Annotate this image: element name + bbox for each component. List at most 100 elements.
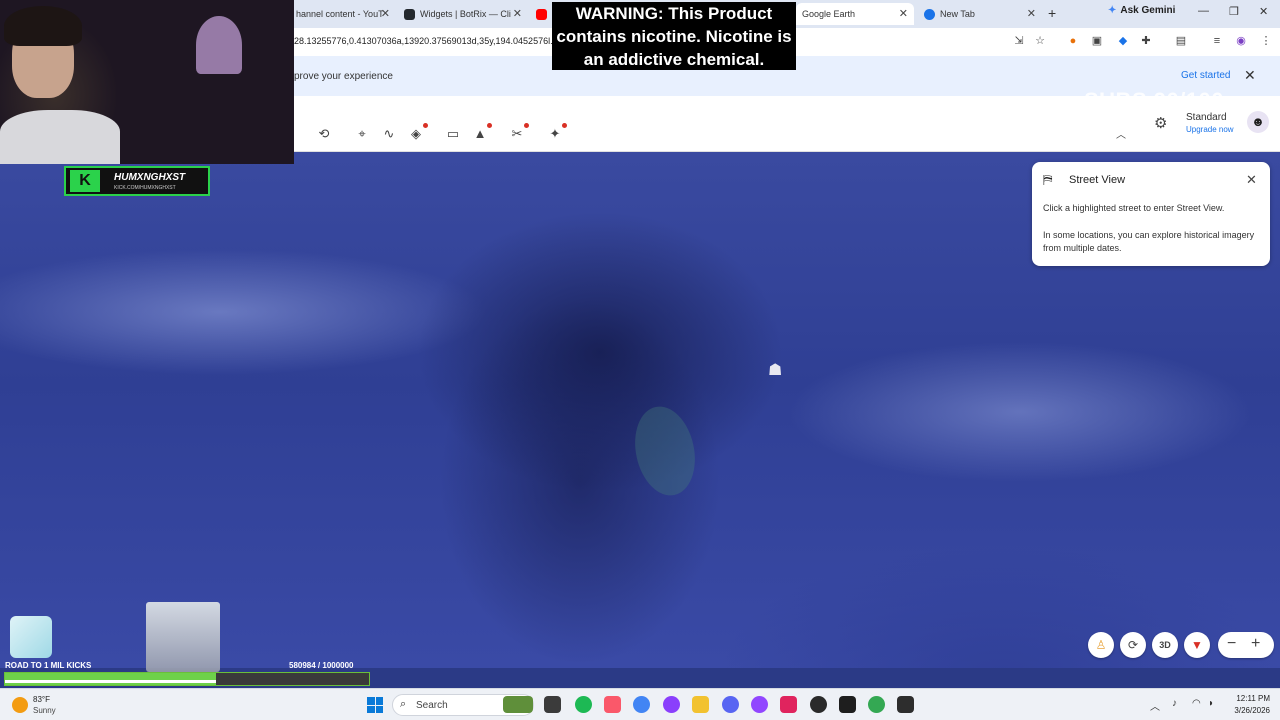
extension-icon[interactable]: ● <box>1066 34 1080 48</box>
close-icon[interactable]: ✕ <box>899 7 908 20</box>
tab-new-tab[interactable]: New Tab ✕ <box>918 3 1042 25</box>
zoom-in-icon[interactable]: + <box>1251 635 1260 653</box>
channel-name: HUMXNGHXST <box>114 172 186 183</box>
path-icon[interactable]: ∿ <box>380 125 398 143</box>
upgrade-link[interactable]: Upgrade now <box>1186 125 1234 134</box>
street-view-history-hint: In some locations, you can explore histo… <box>1043 230 1255 253</box>
menu-icon[interactable]: ⋮ <box>1259 34 1273 48</box>
clock-date[interactable]: 3/26/2026 <box>1222 706 1270 715</box>
close-icon[interactable]: ✕ <box>381 7 390 20</box>
weather-icon[interactable] <box>12 697 28 713</box>
app-icon[interactable] <box>751 696 768 713</box>
close-icon[interactable]: ✕ <box>1244 67 1256 84</box>
street-view-title: Street View <box>1069 174 1126 186</box>
terminal-icon[interactable] <box>839 696 856 713</box>
github-icon <box>404 8 415 20</box>
microphone-icon[interactable]: ♪ <box>1172 698 1177 709</box>
volume-icon[interactable]: ◗ <box>1208 698 1214 709</box>
street-view-icon: ⛿ <box>1043 172 1053 187</box>
close-icon[interactable]: ✕ <box>513 7 522 20</box>
webcam-person <box>0 110 120 164</box>
app-icon[interactable] <box>780 696 797 713</box>
side-panel-icon[interactable]: ▤ <box>1174 34 1188 48</box>
tools-icon[interactable]: ✂ <box>508 123 529 143</box>
new-tab-button[interactable]: + <box>1048 5 1056 21</box>
file-explorer-icon[interactable] <box>692 696 709 713</box>
close-icon[interactable]: ✕ <box>1027 7 1036 20</box>
gemini-icon: ✦ <box>1108 5 1117 16</box>
tab-search-icon[interactable]: ≡ <box>1210 34 1224 48</box>
pegman-icon[interactable]: ♙ <box>1088 632 1114 658</box>
tab-label: New Tab <box>940 9 975 19</box>
tab-youtube[interactable]: hannel content - YouT ✕ <box>290 3 396 25</box>
bookmark-star-icon[interactable]: ☆ <box>1033 34 1047 48</box>
kick-logo-icon: K <box>70 170 100 192</box>
tab-botrix[interactable]: Widgets | BotRix — Cli ✕ <box>398 3 528 25</box>
gear-icon[interactable]: ⚙ <box>1154 114 1167 132</box>
search-icon: ⌕ <box>400 698 407 710</box>
chevron-up-icon[interactable]: ︿ <box>1150 698 1160 713</box>
extension-icon[interactable]: ◆ <box>1116 34 1130 48</box>
zoom-control: − + <box>1218 632 1274 658</box>
task-view-icon[interactable] <box>544 696 561 713</box>
ghost-cursor-icon: ☗ <box>768 362 783 379</box>
kicks-progress-fill <box>5 673 216 685</box>
get-started-button[interactable]: Get started <box>1181 70 1230 81</box>
wifi-icon[interactable]: ◠ <box>1192 698 1201 709</box>
chrome-icon[interactable] <box>633 696 650 713</box>
chevron-up-icon[interactable]: ︿ <box>1116 126 1126 141</box>
close-icon[interactable]: ✕ <box>1246 172 1257 188</box>
channel-logo: K HUMXNGHXST KICK.COM/HUMXNGHXST <box>64 166 210 196</box>
ghost-decoration <box>196 16 242 74</box>
photos-icon[interactable]: ▲ <box>471 123 492 143</box>
close-window-icon[interactable]: ✕ <box>1259 5 1268 18</box>
zoom-out-icon[interactable]: − <box>1227 635 1236 653</box>
kicks-goal-count: 580984 / 1000000 <box>289 661 354 670</box>
rotate-icon[interactable]: ⟳ <box>1120 632 1146 658</box>
banner-text: prove your experience <box>294 71 393 82</box>
clock-time[interactable]: 12:11 PM <box>1228 694 1270 703</box>
search-highlight-icon <box>503 696 533 713</box>
cup-overlay <box>146 602 220 672</box>
tab-youtube-pinned[interactable] <box>530 3 552 25</box>
music-icon[interactable] <box>604 696 621 713</box>
kicks-thumbnail <box>10 616 52 658</box>
start-button[interactable] <box>367 697 383 713</box>
channel-url: KICK.COM/HUMXNGHXST <box>114 185 176 191</box>
kicks-progress-bar <box>4 672 370 686</box>
extension-icon[interactable]: ▣ <box>1090 34 1104 48</box>
sparkle-icon[interactable]: ✦ <box>546 123 567 143</box>
chrome-icon[interactable] <box>868 696 885 713</box>
app-icon[interactable] <box>897 696 914 713</box>
weather-condition: Sunny <box>33 706 56 715</box>
discord-icon[interactable] <box>722 696 739 713</box>
ruler-icon[interactable]: ▭ <box>444 125 462 143</box>
map-feature <box>627 400 703 502</box>
extensions-puzzle-icon[interactable]: ✚ <box>1139 34 1153 48</box>
tab-label: Widgets | BotRix — Cli <box>420 9 511 19</box>
tab-label: hannel content - YouT <box>296 9 384 19</box>
3d-toggle-button[interactable]: 3D <box>1152 632 1178 658</box>
install-icon[interactable]: ⇲ <box>1012 34 1026 48</box>
tab-google-earth[interactable]: Google Earth ✕ <box>796 3 914 25</box>
layers-icon[interactable]: ◈ <box>407 123 428 143</box>
weather-temp: 83°F <box>33 695 50 704</box>
kicks-goal-label: ROAD TO 1 MIL KICKS <box>5 661 92 670</box>
placemark-icon[interactable]: ⌖ <box>353 125 371 143</box>
obs-icon[interactable] <box>810 696 827 713</box>
ask-gemini-button[interactable]: ✦ Ask Gemini <box>1108 5 1175 16</box>
app-icon[interactable] <box>663 696 680 713</box>
taskbar: 83°F Sunny ⌕ Search ︿ ♪ ◠ ◗ 12:11 PM 3/2… <box>0 688 1280 720</box>
chrome-icon <box>924 8 935 20</box>
minimize-icon[interactable]: — <box>1198 5 1209 17</box>
subs-goal: SUBS 90/100 <box>1084 88 1225 113</box>
profile-icon[interactable]: ◉ <box>1234 34 1248 48</box>
spotify-icon[interactable] <box>575 696 592 713</box>
history-icon[interactable]: ⟲ <box>315 125 333 143</box>
street-view-hint: Click a highlighted street to enter Stre… <box>1043 203 1225 213</box>
compass-icon[interactable]: ▼ <box>1184 632 1210 658</box>
webcam-overlay <box>0 0 294 164</box>
avatar[interactable]: ☻ <box>1247 111 1269 133</box>
restore-icon[interactable]: ❐ <box>1229 5 1239 18</box>
tab-label: Google Earth <box>802 9 856 19</box>
